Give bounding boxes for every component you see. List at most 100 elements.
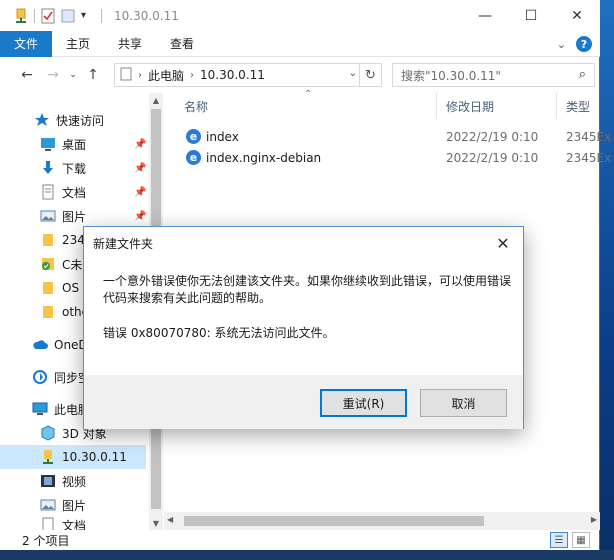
properties-icon[interactable] xyxy=(41,8,55,24)
tab-share[interactable]: 共享 xyxy=(104,31,156,57)
scroll-down-icon[interactable]: ▼ xyxy=(149,516,163,530)
nav-folder-c[interactable]: C未 xyxy=(40,252,82,276)
column-divider[interactable] xyxy=(436,93,437,119)
document-icon xyxy=(40,517,56,530)
dialog-message: 一个意外错误使你无法创建该文件夹。如果你继续收到此错误，可以使用错误 代码来搜索… xyxy=(103,273,513,307)
breadcrumb-current[interactable]: 10.30.0.11 xyxy=(194,68,271,82)
pin-icon[interactable]: 📌 xyxy=(134,211,146,222)
ribbon-right-controls: ⌄ ? xyxy=(557,31,592,57)
column-divider[interactable] xyxy=(556,93,557,119)
back-arrow-icon[interactable]: ← xyxy=(14,63,40,87)
browser-file-icon: e xyxy=(186,150,201,165)
nav-quick-access[interactable]: 快速访问 xyxy=(34,108,104,132)
nav-label: 234 xyxy=(62,233,85,247)
star-icon xyxy=(34,112,50,128)
nav-sync-space[interactable]: 同步空 xyxy=(32,365,90,389)
file-name: index.nginx-debian xyxy=(206,151,322,165)
new-folder-icon[interactable] xyxy=(61,8,75,24)
window-title: 10.30.0.11 xyxy=(114,8,179,23)
file-type: 2345Ex xyxy=(566,151,612,165)
nav-folder-other[interactable]: othe xyxy=(40,300,89,324)
horizontal-scroll-thumb[interactable] xyxy=(184,516,484,526)
help-icon[interactable]: ? xyxy=(576,36,592,52)
chevron-down-icon[interactable]: ⌄ xyxy=(557,38,566,51)
cancel-button[interactable]: 取消 xyxy=(420,389,507,417)
nav-label: 桌面 xyxy=(62,137,87,152)
download-icon xyxy=(40,160,56,176)
desktop-background xyxy=(600,0,614,560)
sort-ascending-icon: ⌃ xyxy=(304,89,313,100)
desktop-icon xyxy=(40,136,56,152)
maximize-button[interactable]: ☐ xyxy=(508,0,554,31)
document-icon xyxy=(40,184,56,200)
search-icon: ⌕ xyxy=(578,67,586,82)
minimize-button[interactable]: — xyxy=(462,0,508,31)
horizontal-scrollbar[interactable]: ◀ ▶ xyxy=(164,512,600,530)
nav-label: 图片 xyxy=(62,498,87,513)
window-controls: — ☐ ✕ xyxy=(462,0,600,31)
pin-icon[interactable]: 📌 xyxy=(134,187,146,198)
dialog-footer: 重试(R) 取消 xyxy=(84,375,523,429)
nav-downloads[interactable]: 下载 📌 xyxy=(40,156,150,180)
qat-dropdown-icon[interactable]: ▾ xyxy=(81,8,95,24)
nav-documents[interactable]: 文档 📌 xyxy=(40,180,150,204)
address-bar[interactable]: › 此电脑 › 10.30.0.11 ⌄ ↻ xyxy=(114,63,382,87)
tab-view[interactable]: 查看 xyxy=(156,31,208,57)
qat-separator xyxy=(101,8,102,23)
nav-desktop[interactable]: 桌面 📌 xyxy=(40,132,150,156)
search-input[interactable]: 搜索"10.30.0.11" ⌕ xyxy=(392,63,595,87)
folder-icon xyxy=(40,304,56,320)
large-icons-view-icon[interactable]: ▦ xyxy=(572,532,590,548)
address-dropdown-icon[interactable]: ⌄ xyxy=(349,68,357,79)
file-date: 2022/2/19 0:10 xyxy=(446,130,539,144)
nav-this-pc[interactable]: 此电脑 xyxy=(32,397,90,421)
cloud-icon xyxy=(32,337,48,353)
nav-label: 10.30.0.11 xyxy=(62,450,127,464)
nav-label: 文档 xyxy=(62,519,87,530)
retry-button[interactable]: 重试(R) xyxy=(320,389,407,417)
recent-locations-icon[interactable]: ⌄ xyxy=(66,63,80,87)
nav-videos[interactable]: 视频 xyxy=(40,469,86,493)
column-header-date[interactable]: 修改日期 xyxy=(446,93,556,119)
nav-folder-os[interactable]: OS xyxy=(40,276,79,300)
dialog-error-code: 错误 0x80070780: 系统无法访问此文件。 xyxy=(103,326,335,340)
nav-folder-234[interactable]: 234 xyxy=(40,228,85,252)
folder-icon xyxy=(40,280,56,296)
nav-label: 图片 xyxy=(62,209,87,224)
nav-pictures-pc[interactable]: 图片 xyxy=(40,493,86,517)
tab-home[interactable]: 主页 xyxy=(52,31,104,57)
title-bar: ▾ 10.30.0.11 — ☐ ✕ xyxy=(0,0,600,31)
pin-icon[interactable]: 📌 xyxy=(134,139,146,150)
network-folder-icon xyxy=(14,8,28,24)
forward-arrow-icon[interactable]: → xyxy=(40,63,66,87)
nav-pictures[interactable]: 图片 📌 xyxy=(40,204,150,228)
folder-icon xyxy=(40,232,56,248)
file-date: 2022/2/19 0:10 xyxy=(446,151,539,165)
sync-icon xyxy=(32,369,48,385)
file-row[interactable]: e index 2022/2/19 0:10 2345Ex xyxy=(182,126,611,148)
details-view-icon[interactable]: ☰ xyxy=(550,532,568,548)
nav-onedrive[interactable]: OneD xyxy=(32,333,88,357)
column-name-label: 名称 xyxy=(184,99,209,114)
tab-file[interactable]: 文件 xyxy=(0,30,53,57)
breadcrumb-this-pc[interactable]: 此电脑 xyxy=(142,67,190,84)
pin-icon[interactable]: 📌 xyxy=(134,163,146,174)
scroll-up-icon[interactable]: ▲ xyxy=(149,93,163,107)
refresh-icon[interactable]: ↻ xyxy=(359,64,381,86)
scroll-right-icon[interactable]: ▶ xyxy=(591,515,597,524)
column-date-label: 修改日期 xyxy=(446,99,495,114)
computer-icon xyxy=(32,401,48,417)
picture-icon xyxy=(40,208,56,224)
file-row[interactable]: e index.nginx-debian 2022/2/19 0:10 2345… xyxy=(182,147,611,169)
column-header-type[interactable]: 类型 xyxy=(566,93,600,119)
up-arrow-icon[interactable]: ↑ xyxy=(80,63,106,87)
video-icon xyxy=(40,473,56,489)
nav-network-location[interactable]: 10.30.0.11 xyxy=(0,445,146,469)
navigation-row: ← → ⌄ ↑ › 此电脑 › 10.30.0.11 ⌄ ↻ 搜索"10.30.… xyxy=(0,57,600,93)
nav-label: 快速访问 xyxy=(56,113,105,128)
dialog-close-icon[interactable]: ✕ xyxy=(489,231,517,255)
nav-label: 下载 xyxy=(62,161,87,176)
scroll-left-icon[interactable]: ◀ xyxy=(167,515,173,524)
nav-documents-pc[interactable]: 文档 xyxy=(40,517,86,530)
close-button[interactable]: ✕ xyxy=(554,0,600,31)
